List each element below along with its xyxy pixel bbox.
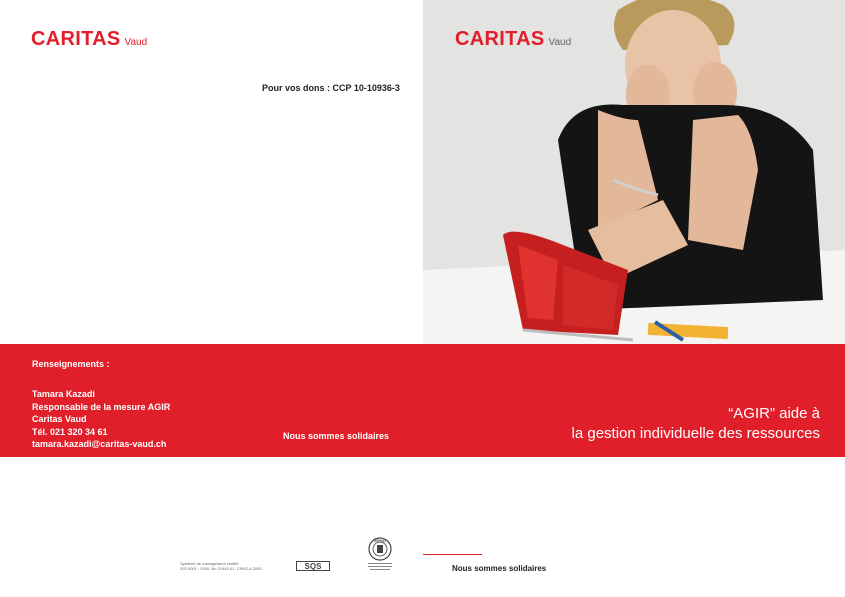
- logo-sub-right: Vaud: [548, 37, 572, 48]
- zewo-seal: ZEWO: [368, 537, 392, 570]
- sqs-logo: SQS: [296, 561, 330, 571]
- cert-line-2: ISO 9001 : 2000, No 21945-01, CRKS-A 200…: [180, 566, 262, 571]
- contact-email[interactable]: tamara.kazadi@caritas-vaud.ch: [32, 438, 170, 451]
- title-line-2: la gestion individuelle des ressources: [571, 425, 820, 442]
- logo-sub: Vaud: [124, 37, 148, 48]
- caritas-logo-left: CARITAS Vaud: [31, 28, 147, 51]
- cover-photo: CARITAS Vaud: [423, 0, 845, 344]
- woman-wallet-illustration: [423, 0, 845, 344]
- contact-name: Tamara Kazadi: [32, 389, 95, 399]
- caritas-logo-right: CARITAS Vaud: [455, 28, 571, 51]
- divider-line: [423, 554, 482, 555]
- zewo-label: ZEWO: [374, 538, 386, 543]
- logo-brand-right: CARITAS: [455, 28, 545, 50]
- contact-block: Tamara Kazadi Responsable de la mesure A…: [32, 388, 170, 451]
- footer-slogan: Nous sommes solidaires: [452, 564, 547, 573]
- certification-text: Système de management certifié ISO 9001 …: [180, 561, 262, 571]
- title-line-1: “AGIR” aide à: [728, 405, 820, 422]
- contact-role: Responsable de la mesure AGIR: [32, 401, 171, 412]
- contact-org: Caritas Vaud: [32, 414, 87, 424]
- sqs-label: SQS: [305, 562, 323, 571]
- contact-phone: Tél. 021 320 34 61: [32, 426, 108, 437]
- contact-heading: Renseignements :: [32, 359, 110, 369]
- band-slogan: Nous sommes solidaires: [283, 431, 390, 441]
- brochure-title: “AGIR” aide à la gestion individuelle de…: [572, 404, 820, 444]
- donation-info: Pour vos dons : CCP 10-10936-3: [262, 83, 400, 93]
- logo-brand: CARITAS: [31, 28, 121, 50]
